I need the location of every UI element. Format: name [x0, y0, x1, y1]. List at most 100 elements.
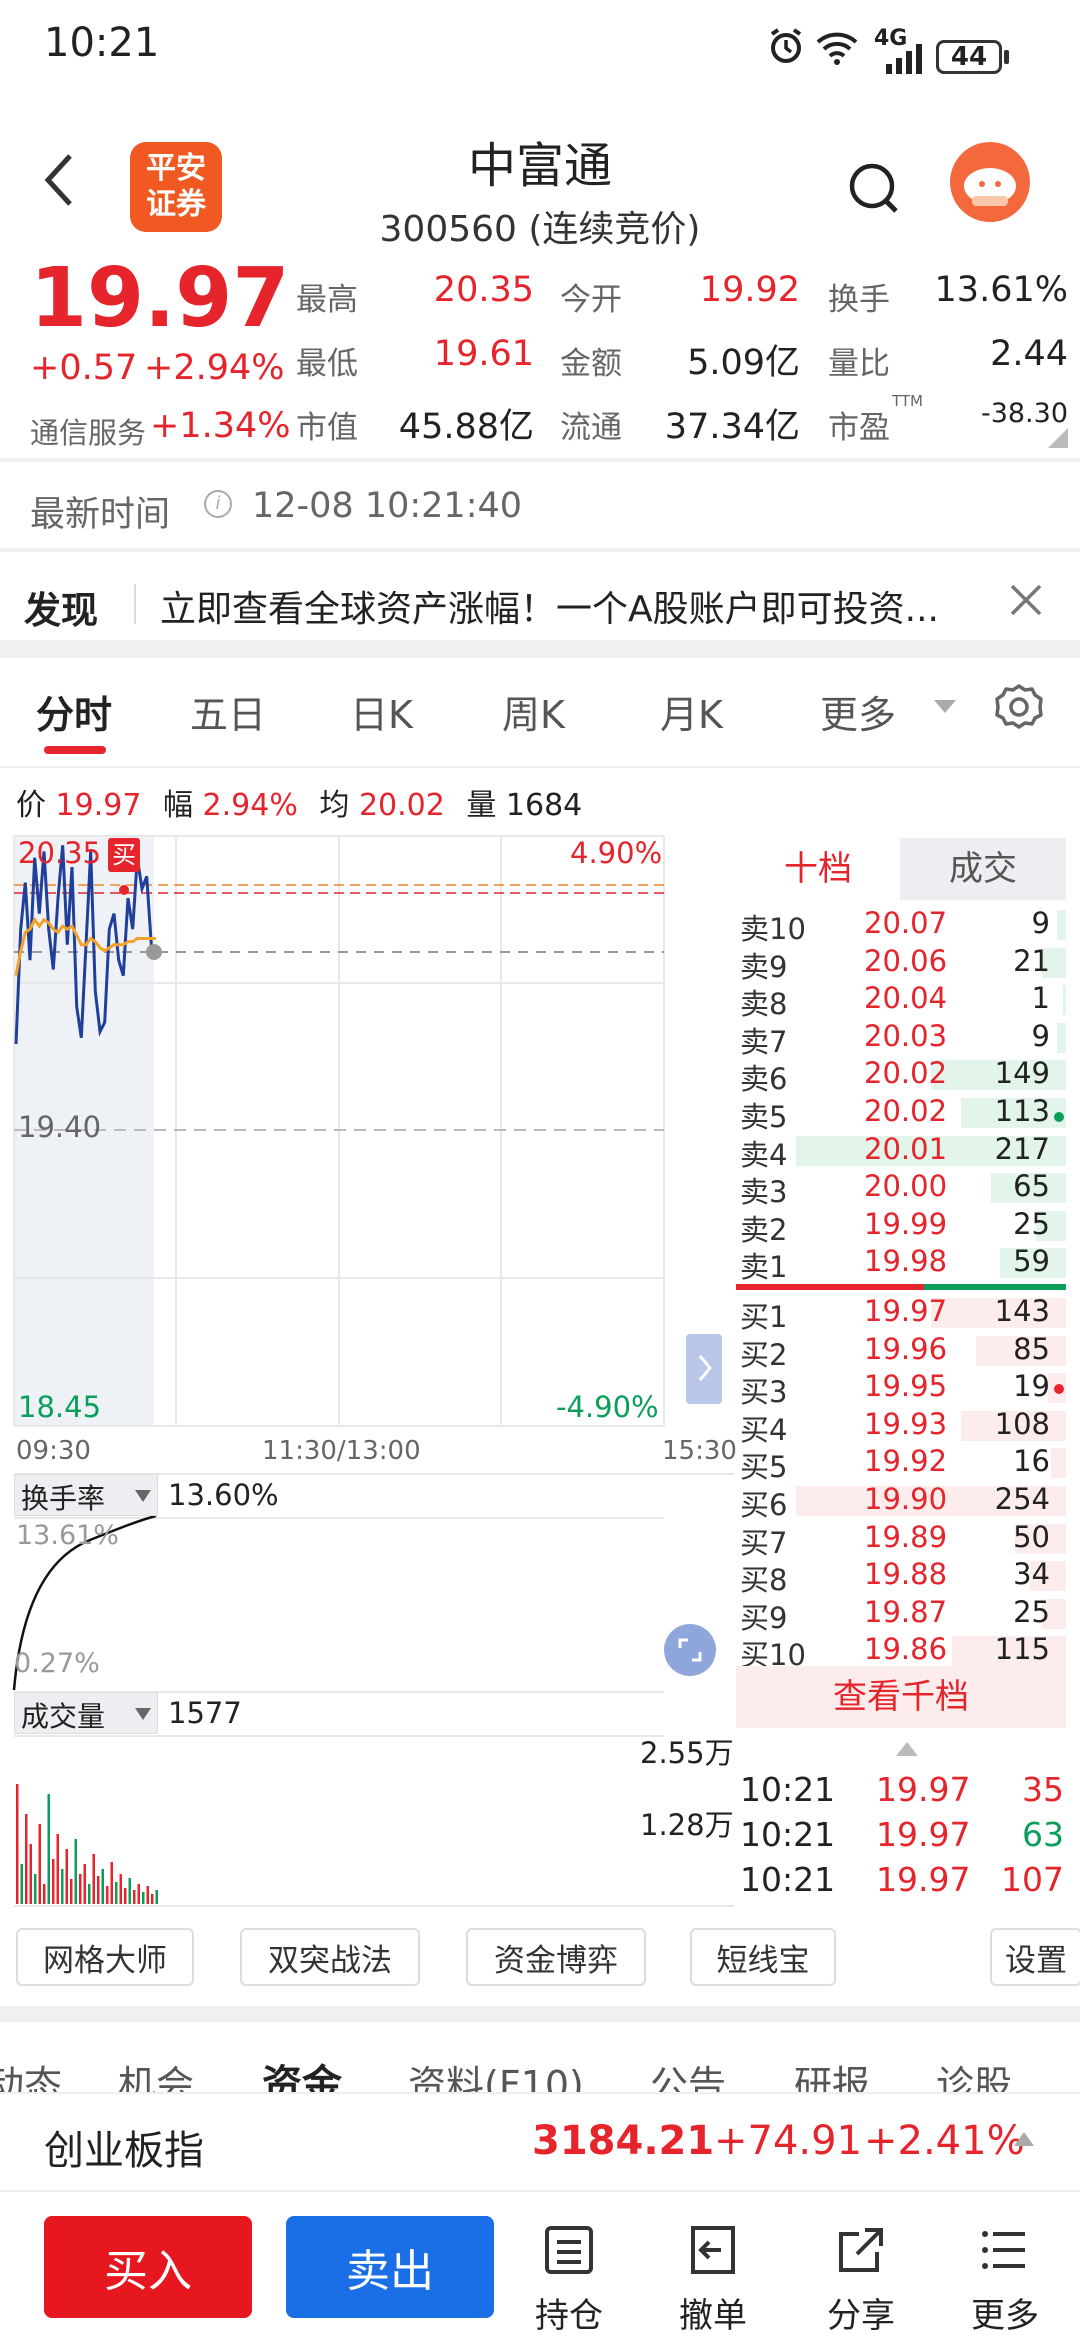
depth-bar — [1057, 1022, 1066, 1053]
tool-double-breakout[interactable]: 双突战法 — [240, 1928, 420, 1986]
level-label: 买6 — [740, 1488, 788, 1522]
level-price: 20.00 — [864, 1169, 948, 1204]
trades-collapse-icon[interactable] — [894, 1740, 920, 1762]
volume-bar — [61, 1869, 64, 1904]
volume-bar — [20, 1864, 23, 1904]
level-qty: 149 — [994, 1056, 1050, 1091]
volume-bar — [38, 1824, 41, 1904]
more-button[interactable]: 更多 — [950, 2222, 1060, 2337]
volume-selector[interactable]: 成交量 — [14, 1692, 158, 1734]
level-price: 20.06 — [864, 943, 948, 978]
x-label-close: 15:30 — [662, 1436, 737, 1466]
level-qty: 143 — [994, 1294, 1050, 1328]
trade-price: 19.97 — [876, 1770, 971, 1809]
index-change: +74.91 — [714, 2118, 863, 2164]
orderbook-tab-trades[interactable]: 成交 — [900, 838, 1066, 900]
level-label: 卖9 — [740, 949, 788, 984]
volume-bar — [151, 1894, 154, 1904]
cancel-order-button[interactable]: 撤单 — [658, 2222, 768, 2337]
volume-bar — [146, 1886, 149, 1904]
volume-bar — [43, 1884, 46, 1904]
view-all-levels-button[interactable]: 查看千档 — [736, 1666, 1066, 1728]
level-label: 卖6 — [740, 1062, 788, 1097]
trade-price: 19.97 — [876, 1860, 971, 1899]
hold-button[interactable]: 持仓 — [514, 2222, 624, 2337]
volume-bar — [74, 1839, 77, 1904]
tool-grid-master[interactable]: 网格大师 — [16, 1928, 194, 1986]
volume-bar — [65, 1849, 68, 1904]
level-price: 20.07 — [864, 906, 948, 940]
level-price: 19.93 — [864, 1406, 948, 1441]
tool-fund-game[interactable]: 资金博弈 — [466, 1928, 646, 1986]
trade-qty: 35 — [1022, 1770, 1064, 1809]
index-expand-icon[interactable] — [1012, 2130, 1036, 2152]
volume-bar — [124, 1888, 127, 1904]
document-icon — [545, 2226, 593, 2274]
buy-marker[interactable]: 买 — [108, 838, 140, 872]
level-qty: 59 — [1013, 1244, 1050, 1279]
expand-orderbook-button[interactable] — [686, 1334, 722, 1404]
level-label: 卖3 — [740, 1175, 788, 1210]
y-high-label: 20.35 — [18, 836, 102, 870]
level-qty: 113 — [994, 1094, 1050, 1128]
level-label: 买4 — [740, 1412, 788, 1447]
volume-bar — [142, 1892, 145, 1904]
y-mid-label: 19.40 — [18, 1110, 102, 1144]
level-label: 卖4 — [740, 1137, 788, 1172]
level-qty: 108 — [994, 1406, 1050, 1441]
sell-button[interactable]: 卖出 — [286, 2216, 494, 2318]
turnover-top: 13.61% — [16, 1520, 119, 1551]
tool-short-term[interactable]: 短线宝 — [690, 1928, 836, 1986]
level-qty: 50 — [1013, 1519, 1050, 1554]
level-price: 19.98 — [864, 1244, 948, 1279]
level-price: 20.02 — [864, 1056, 948, 1091]
level-price: 19.96 — [864, 1331, 948, 1366]
turnover-bottom: 0.27% — [14, 1648, 100, 1679]
buy-point[interactable] — [119, 885, 129, 895]
trade-time: 10:21 — [740, 1770, 836, 1809]
level-price: 19.90 — [864, 1482, 948, 1516]
turnover-selector[interactable]: 换手率 — [14, 1474, 158, 1516]
level-price: 19.95 — [864, 1369, 948, 1404]
depth-bar — [1051, 1448, 1066, 1479]
volume-bar — [83, 1864, 86, 1904]
volume-bar — [106, 1886, 109, 1904]
level-price: 19.86 — [864, 1632, 948, 1667]
buy-button[interactable]: 买入 — [44, 2216, 252, 2318]
volume-bar — [34, 1874, 37, 1904]
volume-bar — [155, 1890, 158, 1904]
level-label: 买3 — [740, 1375, 788, 1410]
volume-bar — [29, 1844, 32, 1904]
volume-bar — [88, 1884, 91, 1904]
trade-time: 10:21 — [740, 1815, 836, 1854]
volume-bar — [128, 1878, 131, 1904]
trade-qty: 107 — [1001, 1860, 1064, 1899]
tool-settings[interactable]: 设置 — [990, 1928, 1080, 1986]
level-price: 19.97 — [864, 1294, 948, 1328]
orderbook-tab-level[interactable]: 十档 — [736, 838, 900, 900]
index-pct: +2.41% — [864, 2118, 1025, 2164]
level-qty: 254 — [994, 1482, 1050, 1516]
share-label: 分享 — [827, 2296, 895, 2336]
level-label: 买1 — [740, 1300, 788, 1334]
ask5-dot — [1054, 1112, 1064, 1122]
current-dot — [146, 944, 162, 960]
cancel-label: 撤单 — [679, 2296, 747, 2336]
share-button[interactable]: 分享 — [806, 2222, 916, 2337]
volume-bar — [97, 1876, 100, 1904]
fullscreen-button[interactable] — [664, 1624, 716, 1676]
level-qty: 9 — [1031, 1018, 1050, 1053]
level-price: 20.01 — [864, 1131, 948, 1166]
level-price: 20.03 — [864, 1018, 948, 1053]
level-label: 卖1 — [740, 1250, 788, 1285]
volume-bar — [16, 1784, 19, 1904]
level-label: 买5 — [740, 1450, 788, 1485]
level-qty: 21 — [1013, 943, 1050, 978]
level-price: 19.99 — [864, 1206, 948, 1241]
index-name: 创业板指 — [44, 2128, 204, 2174]
pct-high-label: 4.90% — [570, 836, 663, 870]
turnover-value: 13.60% — [168, 1478, 279, 1512]
level-label: 买7 — [740, 1525, 788, 1560]
more-label: 更多 — [971, 2296, 1039, 2336]
level-qty: 115 — [994, 1632, 1050, 1667]
